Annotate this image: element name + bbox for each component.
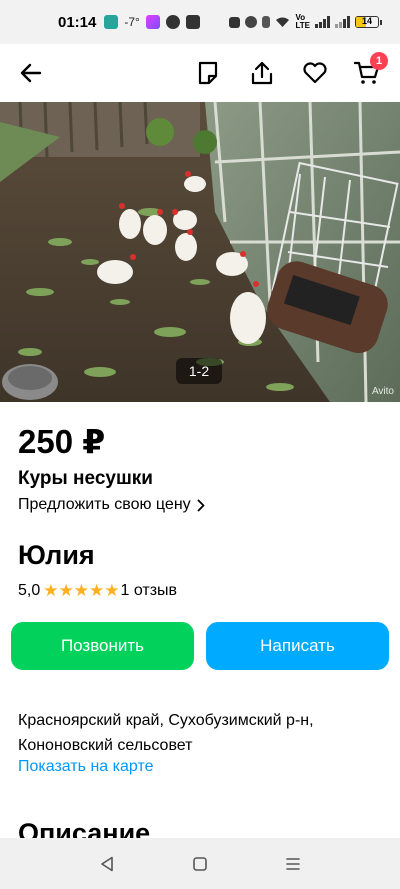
status-bar: 01:14 -7° Vo LTE 14 — [0, 0, 400, 44]
avito-watermark: Avito — [371, 386, 394, 397]
toolbar: 1 — [0, 44, 400, 102]
battery-level: 14 — [361, 16, 372, 26]
nfc-icon — [229, 16, 241, 28]
price: 250 ₽ — [18, 423, 106, 460]
signal-icon — [315, 16, 330, 28]
alarm-icon — [245, 16, 258, 28]
square-home-icon — [193, 856, 207, 871]
write-button[interactable]: Написать — [206, 622, 389, 670]
reviews-count: 1 отзыв — [120, 582, 178, 599]
offer-price-link[interactable]: Предложить свою цену — [18, 496, 205, 514]
status-icons-right: Vo LTE 14 — [229, 14, 382, 30]
menu-lines-icon — [286, 857, 301, 870]
seller-rating[interactable]: 5,0 ★ ★ ★ ★ ★ 1 отзыв — [18, 582, 177, 600]
address: Красноярский край, Сухобузимский р-н, Ко… — [18, 712, 314, 754]
weather-temp: -7° — [124, 15, 140, 29]
call-button-label: Позвонить — [60, 636, 145, 655]
vibrate-icon — [262, 16, 271, 28]
chickens-photo-image — [0, 102, 400, 402]
star-icon: ★ — [89, 581, 105, 600]
messenger-icon — [145, 15, 160, 29]
rating-stars: ★ ★ ★ ★ ★ — [43, 581, 120, 600]
clover-icon — [165, 15, 180, 29]
listing-photo[interactable]: 1-2 Avito — [0, 102, 400, 402]
status-icons-left: -7° — [104, 15, 200, 29]
show-on-map-link[interactable]: Показать на карте — [18, 758, 153, 776]
cart-badge: 1 — [370, 52, 388, 70]
favorite-button[interactable] — [298, 56, 332, 90]
star-icon: ★ — [43, 581, 59, 600]
nav-back-button[interactable] — [92, 849, 122, 879]
notes-button[interactable] — [191, 56, 225, 90]
listing-title: Куры несушки — [18, 468, 153, 489]
signal-icon-2 — [335, 16, 350, 28]
star-icon: ★ — [73, 581, 89, 600]
call-button[interactable]: Позвонить — [11, 622, 194, 670]
battery-icon: 14 — [355, 16, 382, 28]
offer-price-label: Предложить свою цену — [18, 496, 191, 513]
star-icon: ★ — [104, 581, 120, 600]
note-icon — [198, 61, 218, 85]
arrow-left-icon — [20, 63, 42, 83]
nav-home-button[interactable] — [185, 849, 215, 879]
triangle-back-icon — [100, 856, 113, 871]
chevron-right-icon — [197, 499, 205, 511]
heart-icon — [303, 62, 327, 84]
cart-button[interactable]: 1 — [350, 52, 388, 90]
back-button[interactable] — [14, 56, 48, 90]
volte-icon: Vo LTE — [295, 13, 310, 30]
star-icon: ★ — [58, 581, 74, 600]
wifi-icon — [276, 17, 290, 27]
app-notification-icon — [104, 15, 119, 29]
seller-name[interactable]: Юлия — [18, 540, 95, 571]
rating-value: 5,0 — [18, 582, 41, 599]
write-button-label: Написать — [260, 636, 335, 655]
mail-icon — [185, 15, 200, 29]
share-icon — [251, 61, 273, 85]
system-nav-bar — [0, 838, 400, 889]
share-button[interactable] — [245, 56, 279, 90]
photo-counter: 1-2 — [176, 358, 222, 384]
status-time: 01:14 — [58, 13, 97, 31]
nav-menu-button[interactable] — [278, 849, 308, 879]
